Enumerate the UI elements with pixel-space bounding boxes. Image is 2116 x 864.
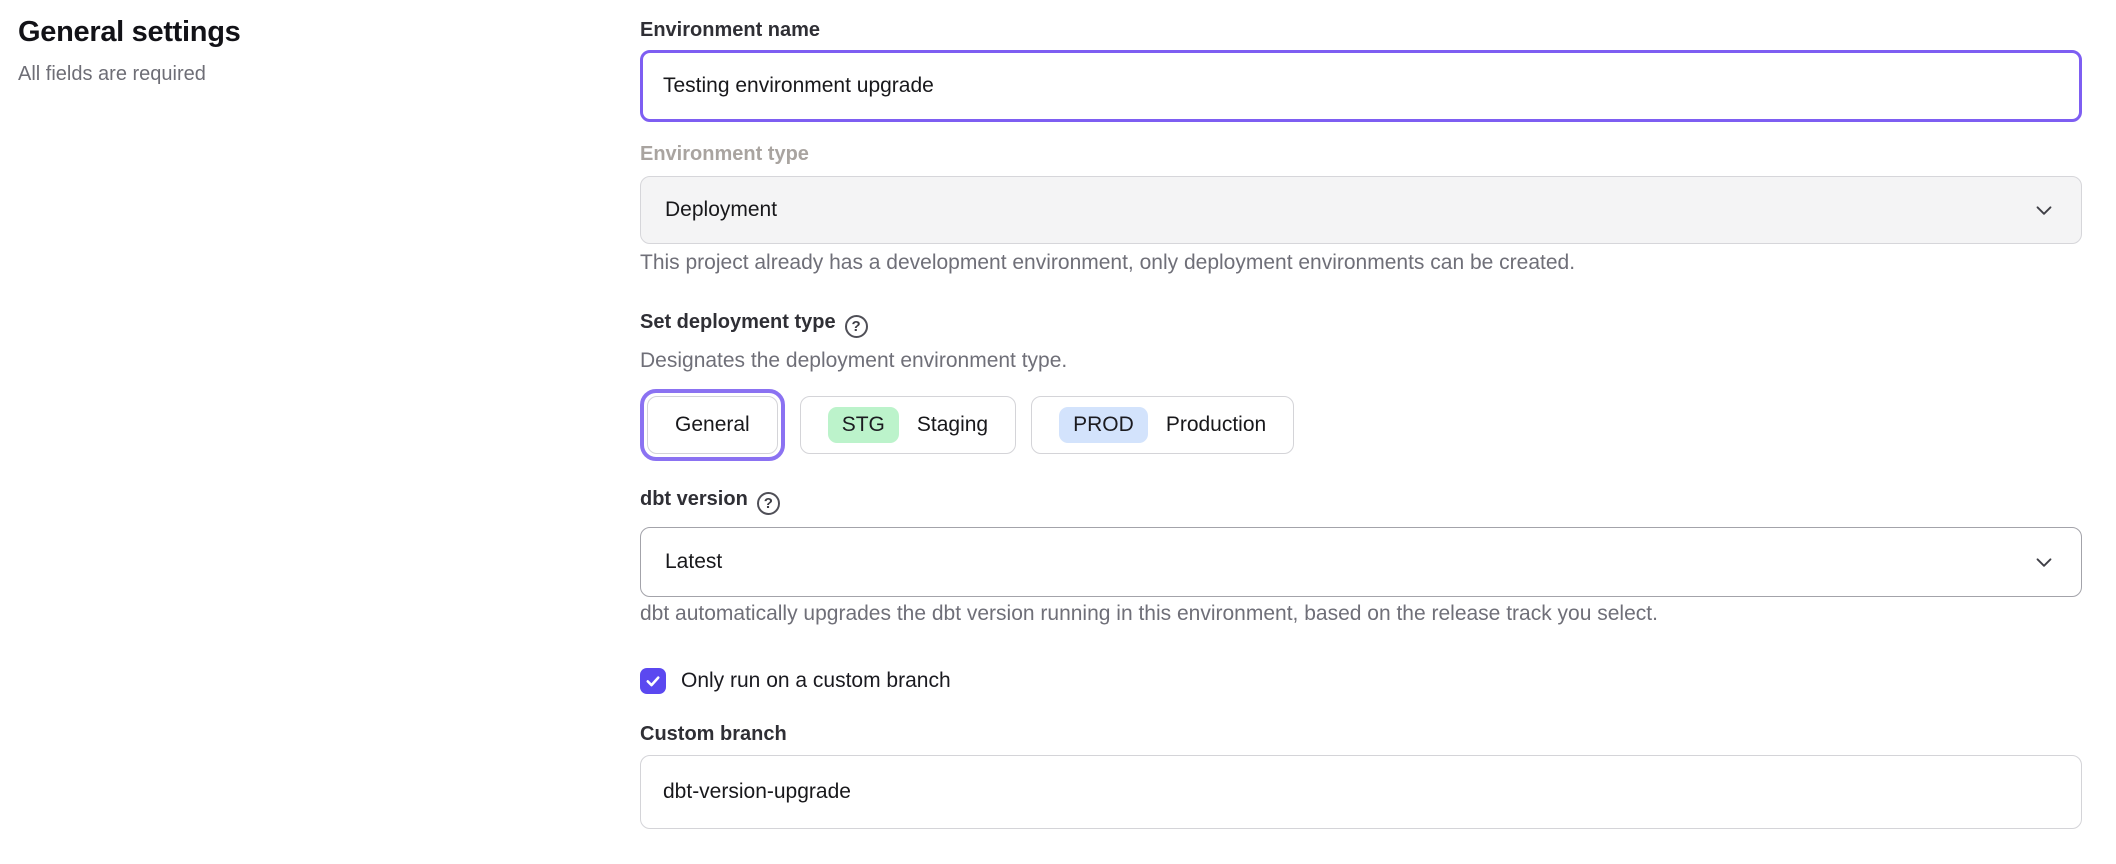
chevron-down-icon bbox=[2031, 549, 2057, 575]
deployment-type-label: Set deployment type? bbox=[640, 310, 2082, 338]
deployment-type-staging-button[interactable]: STG Staging bbox=[800, 396, 1016, 454]
custom-branch-label: Custom branch bbox=[640, 722, 2082, 746]
help-icon[interactable]: ? bbox=[757, 492, 780, 515]
custom-branch-input[interactable] bbox=[640, 755, 2082, 829]
settings-header: General settings All fields are required bbox=[18, 12, 240, 86]
custom-branch-checkbox-row: Only run on a custom branch bbox=[640, 668, 2082, 694]
dbt-version-helper: dbt automatically upgrades the dbt versi… bbox=[640, 601, 2082, 627]
environment-type-select: Deployment bbox=[640, 176, 2082, 244]
staging-badge: STG bbox=[828, 407, 899, 443]
production-badge: PROD bbox=[1059, 407, 1148, 443]
environment-name-label: Environment name bbox=[640, 18, 2082, 42]
production-option-label: Production bbox=[1166, 413, 1266, 437]
chevron-down-icon bbox=[2031, 197, 2057, 223]
deployment-type-description: Designates the deployment environment ty… bbox=[640, 348, 2082, 374]
environment-type-label: Environment type bbox=[640, 142, 2082, 166]
page-title: General settings bbox=[18, 12, 240, 52]
staging-option-label: Staging bbox=[917, 413, 988, 437]
page-subtitle: All fields are required bbox=[18, 62, 240, 86]
environment-type-helper: This project already has a development e… bbox=[640, 250, 2082, 276]
check-icon bbox=[644, 672, 662, 690]
dbt-version-value: Latest bbox=[665, 550, 722, 574]
dbt-version-label: dbt version? bbox=[640, 487, 2082, 515]
general-option-label: General bbox=[675, 413, 750, 437]
environment-settings-form: Environment name Environment type Deploy… bbox=[640, 0, 2082, 864]
environment-type-value: Deployment bbox=[665, 198, 777, 222]
dbt-version-select[interactable]: Latest bbox=[640, 527, 2082, 597]
deployment-type-options: General STG Staging PROD Production bbox=[640, 387, 2082, 463]
selected-option-ring: General bbox=[640, 389, 785, 461]
deployment-type-general-button[interactable]: General bbox=[647, 396, 778, 454]
custom-branch-checkbox[interactable] bbox=[640, 668, 666, 694]
deployment-type-production-button[interactable]: PROD Production bbox=[1031, 396, 1294, 454]
custom-branch-checkbox-label: Only run on a custom branch bbox=[681, 669, 951, 693]
environment-name-input[interactable] bbox=[640, 50, 2082, 122]
help-icon[interactable]: ? bbox=[845, 315, 868, 338]
